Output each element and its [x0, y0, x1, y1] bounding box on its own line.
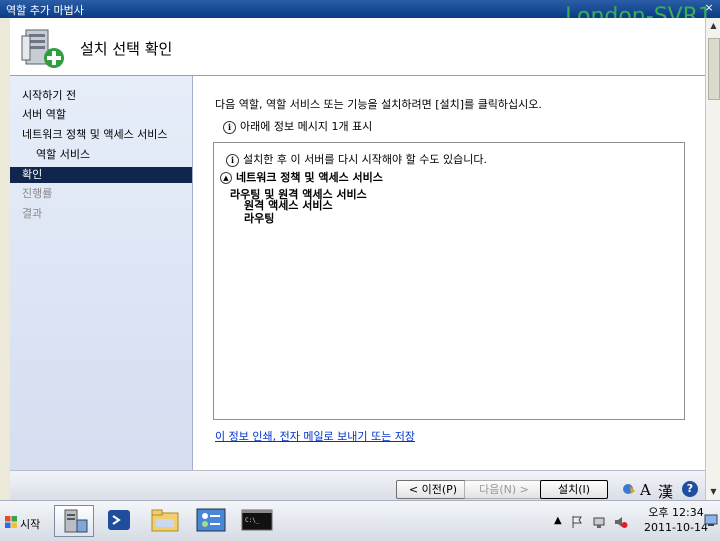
collapse-chevron-icon[interactable]: ▲	[220, 172, 232, 184]
nav-item-before-you-begin[interactable]: 시작하기 전	[22, 88, 76, 104]
wizard-button-bar: < 이전(P) 다음(N) > 설치(I) A 漢 ?	[10, 470, 705, 501]
action-center-flag-icon[interactable]	[570, 515, 584, 529]
ime-language-bar[interactable]: A 漢	[618, 481, 688, 502]
nav-item-role-services[interactable]: 역할 서비스	[36, 147, 90, 163]
info-message-text: 아래에 정보 메시지 1개 표시	[240, 120, 373, 133]
window-title: 역할 추가 마법사	[6, 4, 84, 17]
scroll-up-arrow-icon[interactable]: ▲	[706, 18, 720, 33]
show-desktop-icon[interactable]	[704, 513, 718, 527]
server-manager-icon	[64, 509, 88, 533]
clock-date: 2011-10-14	[644, 521, 708, 534]
restart-warning-text: 설치한 후 이 서버를 다시 시작해야 할 수도 있습니다.	[243, 153, 487, 166]
windows-flag-icon	[5, 516, 17, 528]
nav-item-results: 결과	[22, 207, 43, 220]
network-icon[interactable]	[592, 515, 606, 529]
powershell-icon	[108, 510, 130, 530]
start-button[interactable]: 시작	[2, 511, 48, 533]
taskbar: 시작 C:\_ ▲ 오후 12:34 2011-10-14	[0, 500, 720, 541]
help-icon[interactable]: ?	[682, 481, 698, 497]
page-title: 설치 선택 확인	[80, 40, 173, 58]
explorer-taskbar-button[interactable]	[146, 505, 186, 537]
cmd-taskbar-button[interactable]: C:\_	[238, 505, 278, 537]
info-message-line: i 아래에 정보 메시지 1개 표시	[223, 118, 372, 134]
show-hidden-icons-chevron-icon[interactable]: ▲	[554, 515, 562, 526]
system-tray: ▲ 오후 12:34 2011-10-14	[548, 501, 720, 541]
next-button: 다음(N) >	[464, 480, 544, 499]
window-scrollbar[interactable]: ▲ ▼	[705, 18, 720, 500]
instruction-text: 다음 역할, 역할 서비스 또는 기능을 설치하려면 [설치]를 클릭하십시오.	[215, 98, 542, 111]
wizard-content: 다음 역할, 역할 서비스 또는 기능을 설치하려면 [설치]를 클릭하십시오.…	[193, 76, 705, 470]
taskbar-clock[interactable]: 오후 12:34 2011-10-14	[638, 505, 714, 535]
selection-summary-box[interactable]: i 설치한 후 이 서버를 다시 시작해야 할 수도 있습니다. ▲ 네트워크 정책…	[213, 142, 685, 420]
info-icon: i	[226, 153, 239, 167]
explorer-icon	[151, 509, 179, 532]
wizard-step-nav: 시작하기 전 서버 역할 네트워크 정책 및 액세스 서비스 역할 서비스 확인…	[10, 76, 193, 470]
server-add-icon	[21, 29, 64, 68]
clock-time: 오후 12:34	[648, 506, 704, 519]
scroll-thumb[interactable]	[708, 38, 720, 100]
server-manager-taskbar-button[interactable]	[54, 505, 94, 537]
wizard-header: 설치 선택 확인	[10, 18, 705, 76]
start-label: 시작	[20, 518, 41, 531]
nav-item-progress: 진행률	[22, 187, 53, 200]
ime-hanja-mode[interactable]: 漢	[658, 481, 673, 502]
previous-button[interactable]: < 이전(P)	[396, 480, 470, 499]
install-button[interactable]: 설치(I)	[540, 480, 608, 499]
svg-text:C:\_: C:\_	[245, 517, 260, 524]
nav-item-confirmation[interactable]: 확인	[10, 167, 192, 183]
ime-alpha-mode[interactable]: A	[640, 481, 651, 499]
restart-warning: i 설치한 후 이 서버를 다시 시작해야 할 수도 있습니다.	[226, 151, 487, 167]
language-bar-icon[interactable]	[622, 482, 636, 496]
summary-item: 라우팅	[244, 212, 275, 225]
powershell-taskbar-button[interactable]	[100, 505, 140, 537]
summary-group-header[interactable]: ▲ 네트워크 정책 및 액세스 서비스	[220, 169, 383, 185]
control-panel-icon	[196, 508, 226, 532]
summary-group-title: 네트워크 정책 및 액세스 서비스	[236, 171, 383, 184]
nav-item-npas[interactable]: 네트워크 정책 및 액세스 서비스	[22, 127, 168, 143]
volume-muted-icon[interactable]	[614, 515, 628, 529]
control-panel-taskbar-button[interactable]	[192, 505, 232, 537]
cmd-icon: C:\_	[241, 509, 273, 531]
info-icon: i	[223, 120, 236, 134]
nav-item-server-roles[interactable]: 서버 역할	[22, 107, 66, 123]
scroll-down-arrow-icon[interactable]: ▼	[706, 484, 720, 499]
print-email-save-link[interactable]: 이 정보 인쇄, 전자 메일로 보내기 또는 저장	[215, 428, 415, 444]
